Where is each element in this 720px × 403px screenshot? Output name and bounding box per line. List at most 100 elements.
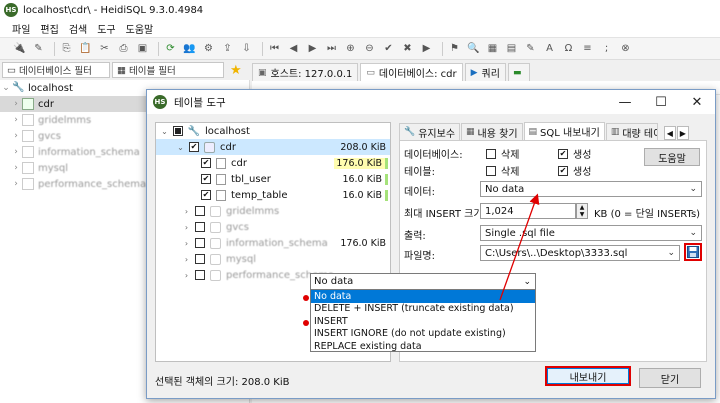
checkbox-box[interactable]: ✔ [558,148,568,159]
filename-input[interactable]: C:\Users\..\Desktop\3333.sql ⌄ [480,245,680,261]
connect-icon[interactable]: 🔌 [12,41,27,56]
expand-icon[interactable]: › [182,223,191,232]
spin-down-icon[interactable]: ▼ [580,211,585,218]
tree-item-db[interactable]: › gvcs [156,219,390,235]
tab-right-icon[interactable]: ▶ [676,126,689,140]
table-filter-input[interactable]: ▦ 테이블 필터 [112,62,224,78]
tab-host[interactable]: ▣ 호스트: 127.0.0.1 [252,63,359,81]
menu-file[interactable]: 파일 [12,21,30,36]
checkbox-box[interactable] [486,165,496,176]
dropdown-option[interactable]: INSERT IGNORE (do not update existing) [311,328,535,341]
dropdown-option[interactable]: INSERT [311,315,535,328]
expand-icon[interactable]: › [10,99,22,109]
maintenance-icon[interactable]: ⚙ [201,41,216,56]
collapse-icon[interactable]: ⌄ [176,143,185,152]
tab-new-query[interactable]: ▬ [507,63,531,81]
max-insert-input[interactable]: 1,024 [480,203,576,219]
semicolon-icon[interactable]: ; [599,41,614,56]
grid-icon[interactable]: ▦ [485,41,500,56]
tree-item-table[interactable]: ✔ cdr 176.0 KiB [156,155,390,171]
expand-icon[interactable]: › [10,179,22,189]
close-icon[interactable]: ✕ [679,90,715,114]
cut-icon[interactable]: ✂ [97,41,112,56]
query-icon[interactable]: ▤ [504,41,519,56]
expand-icon[interactable]: › [182,207,191,216]
first-icon[interactable]: ⏮ [267,41,282,56]
menu-edit[interactable]: 편집 [40,21,58,36]
insert-icon[interactable]: ⊕ [343,41,358,56]
expand-icon[interactable]: › [182,239,191,248]
table-drop-checkbox[interactable]: 삭제 [486,163,519,178]
tree-item-table[interactable]: ✔ temp_table 16.0 KiB [156,187,390,203]
dropdown-option[interactable]: DELETE + INSERT (truncate existing data) [311,303,535,316]
disconnect-icon[interactable]: ✎ [31,41,46,56]
run-icon[interactable]: ▶ [419,41,434,56]
data-select[interactable]: No data ⌄ [480,181,702,197]
collapse-icon[interactable]: ⌄ [0,83,12,93]
tree-item-db[interactable]: › mysql [156,251,390,267]
tab-sql-export[interactable]: ▤ SQL 내보내기 [523,122,605,140]
refresh-icon[interactable]: ⟳ [163,41,178,56]
import-icon[interactable]: ⇩ [239,41,254,56]
stop-icon[interactable]: ⊗ [618,41,633,56]
spin-up-icon[interactable]: ▲ [580,204,585,211]
export-icon[interactable]: ⇪ [220,41,235,56]
checkbox-box[interactable] [486,148,496,159]
favorite-star-icon[interactable]: ★ [230,63,242,78]
help-button[interactable]: 도움말 [644,148,700,166]
checkbox-box[interactable]: ✔ [558,165,568,176]
close-button[interactable]: 닫기 [639,368,701,388]
tab-database[interactable]: ▭ 데이터베이스: cdr [360,63,463,81]
tab-find-text[interactable]: ▦ 내용 찾기 [461,123,523,140]
user-manager-icon[interactable]: 👥 [182,41,197,56]
spin-stepper[interactable]: ▲ ▼ [576,203,588,219]
expand-icon[interactable]: › [182,255,191,264]
export-button[interactable]: 내보내기 [545,366,631,386]
tree-checkbox[interactable] [195,270,205,280]
tab-query[interactable]: ▶ 쿼리 [464,63,506,81]
next-icon[interactable]: ▶ [305,41,320,56]
tree-item-table[interactable]: ✔ tbl_user 16.0 KiB [156,171,390,187]
menu-help[interactable]: 도움말 [126,21,154,36]
expand-icon[interactable]: › [10,163,22,173]
output-select[interactable]: Single .sql file ⌄ [480,225,702,241]
save-file-button[interactable] [684,243,702,261]
tree-checkbox[interactable] [195,238,205,248]
tree-checkbox[interactable]: ✔ [201,190,211,200]
expand-icon[interactable]: › [10,131,22,141]
minimize-icon[interactable]: — [607,90,643,114]
tree-checkbox[interactable] [195,254,205,264]
tree-checkbox[interactable]: ✔ [201,158,211,168]
ansi-icon[interactable]: A [542,41,557,56]
paste-icon[interactable]: 📋 [78,41,93,56]
tree-item-db[interactable]: › gridelmms [156,203,390,219]
table-create-checkbox[interactable]: ✔ 생성 [558,163,591,178]
tree-checkbox[interactable] [195,206,205,216]
tab-bulk-edit[interactable]: ▥대량 테이 [605,123,658,140]
post-icon[interactable]: ✔ [381,41,396,56]
wrap-icon[interactable]: ≡ [580,41,595,56]
expand-icon[interactable]: › [10,147,22,157]
last-icon[interactable]: ⏭ [324,41,339,56]
copy-icon[interactable]: ⎘ [59,41,74,56]
find-icon[interactable]: 🔍 [466,41,481,56]
cancel-icon[interactable]: ✖ [400,41,415,56]
database-filter-input[interactable]: ▭ 데이터베이스 필터 [2,62,110,78]
edit-icon[interactable]: ✎ [523,41,538,56]
expand-icon[interactable]: › [10,115,22,125]
filter-icon[interactable]: ⚑ [447,41,462,56]
expand-icon[interactable]: › [182,271,191,280]
save-icon[interactable]: ▣ [135,41,150,56]
tab-left-icon[interactable]: ◀ [663,126,676,140]
prev-icon[interactable]: ◀ [286,41,301,56]
collapse-icon[interactable]: ⌄ [160,127,169,136]
dropdown-option[interactable]: No data [311,290,535,303]
maximize-icon[interactable]: ☐ [643,90,679,114]
print-icon[interactable]: ⎙ [116,41,131,56]
tree-item-db[interactable]: ⌄ ✔ cdr 208.0 KiB [156,139,390,155]
menu-tools[interactable]: 도구 [97,21,115,36]
dropdown-option[interactable]: REPLACE existing data [311,340,535,353]
dropdown-current[interactable]: No data ⌄ [311,274,535,290]
menu-search[interactable]: 검색 [69,21,87,36]
tree-checkbox[interactable]: ✔ [201,174,211,184]
